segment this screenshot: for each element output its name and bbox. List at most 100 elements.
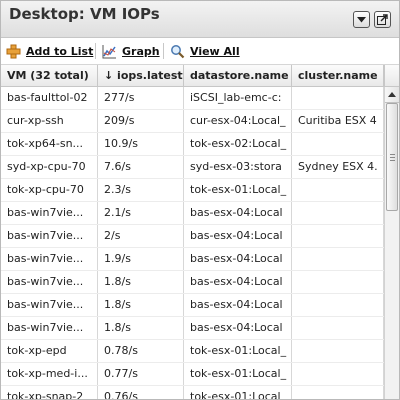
cell-datastore-name: iSCSI_lab-emc-c: bbox=[184, 87, 292, 109]
scrollbar-thumb[interactable] bbox=[386, 103, 398, 211]
plus-icon bbox=[6, 44, 21, 58]
cell-datastore-name: bas-esx-04:Local bbox=[184, 294, 292, 316]
cell-cluster-name bbox=[292, 225, 384, 247]
cell-datastore-name: tok-esx-01:Local_ bbox=[184, 340, 292, 362]
cell-cluster-name bbox=[292, 294, 384, 316]
cell-vm: tok-xp-med-i... bbox=[1, 363, 98, 385]
cell-vm: bas-win7vie... bbox=[1, 294, 98, 316]
scroll-up-button[interactable] bbox=[385, 87, 399, 103]
table-row[interactable]: bas-win7vie... 2/s bas-esx-04:Local bbox=[1, 225, 384, 248]
cell-iops-latest: 0.77/s bbox=[98, 363, 184, 385]
cell-vm: bas-faulttol-02 bbox=[1, 87, 98, 109]
cell-cluster-name bbox=[292, 87, 384, 109]
cell-iops-latest: 10.9/s bbox=[98, 133, 184, 155]
cell-vm: tok-xp-cpu-70 bbox=[1, 179, 98, 201]
cell-vm: bas-win7vie... bbox=[1, 225, 98, 247]
column-header-cluster-name[interactable]: cluster.name bbox=[292, 65, 384, 86]
table-row[interactable]: tok-xp64-sn... 10.9/s tok-esx-02:Local_ bbox=[1, 133, 384, 156]
cell-vm: tok-xp-snap-2 bbox=[1, 386, 98, 399]
cell-iops-latest: 7.6/s bbox=[98, 156, 184, 178]
table-row[interactable]: bas-win7vie... 1.9/s bas-esx-04:Local bbox=[1, 248, 384, 271]
grip-line bbox=[390, 157, 395, 158]
graph-button[interactable]: Graph bbox=[102, 43, 160, 59]
add-to-list-button[interactable]: Add to List bbox=[6, 43, 93, 59]
column-header-datastore-name[interactable]: datastore.name bbox=[184, 65, 292, 86]
toolbar: Add to List Graph View All bbox=[1, 38, 399, 65]
cell-datastore-name: bas-esx-04:Local bbox=[184, 271, 292, 293]
cell-cluster-name: Sydney ESX 4. bbox=[292, 156, 384, 178]
cell-iops-latest: 2.1/s bbox=[98, 202, 184, 224]
cell-iops-latest: 0.76/s bbox=[98, 386, 184, 399]
cell-vm: bas-win7vie... bbox=[1, 202, 98, 224]
cell-datastore-name: tok-esx-01:Local_ bbox=[184, 386, 292, 399]
cell-iops-latest: 1.9/s bbox=[98, 248, 184, 270]
cell-vm: bas-win7vie... bbox=[1, 317, 98, 339]
popout-button[interactable] bbox=[374, 11, 391, 28]
cell-cluster-name bbox=[292, 386, 384, 399]
collapse-button[interactable] bbox=[353, 11, 370, 28]
view-all-label: View All bbox=[190, 44, 240, 58]
vm-table: VM (32 total) ↓ iops.latest datastore.na… bbox=[1, 65, 384, 399]
table-row[interactable]: bas-win7vie... 1.8/s bas-esx-04:Local bbox=[1, 317, 384, 340]
vertical-scrollbar[interactable] bbox=[384, 87, 399, 399]
cell-cluster-name bbox=[292, 133, 384, 155]
cell-iops-latest: 1.8/s bbox=[98, 294, 184, 316]
vm-iops-panel: Desktop: VM IOPs Add to List Graph View … bbox=[0, 0, 400, 400]
cell-iops-latest: 1.8/s bbox=[98, 271, 184, 293]
magnifier-icon bbox=[171, 44, 185, 58]
graph-label: Graph bbox=[122, 44, 160, 58]
table-row[interactable]: tok-xp-epd 0.78/s tok-esx-01:Local_ bbox=[1, 340, 384, 363]
table-row[interactable]: tok-xp-snap-2 0.76/s tok-esx-01:Local_ bbox=[1, 386, 384, 399]
cell-vm: tok-xp-epd bbox=[1, 340, 98, 362]
table-row[interactable]: syd-xp-cpu-70 7.6/s syd-esx-03:stora Sydney… bbox=[1, 156, 384, 179]
cell-iops-latest: 0.78/s bbox=[98, 340, 184, 362]
add-to-list-label: Add to List bbox=[26, 44, 94, 58]
table-row[interactable]: cur-xp-ssh 209/s cur-esx-04:Local_ Curitiba… bbox=[1, 110, 384, 133]
cell-datastore-name: cur-esx-04:Local_ bbox=[184, 110, 292, 132]
table-row[interactable]: bas-win7vie... 1.8/s bas-esx-04:Local bbox=[1, 271, 384, 294]
view-all-button[interactable]: View All bbox=[170, 43, 240, 59]
popout-icon bbox=[377, 14, 388, 25]
cell-iops-latest: 2/s bbox=[98, 225, 184, 247]
chevron-down-icon bbox=[357, 17, 366, 23]
toolbar-divider bbox=[95, 43, 96, 59]
cell-iops-latest: 2.3/s bbox=[98, 179, 184, 201]
cell-cluster-name bbox=[292, 248, 384, 270]
cell-iops-latest: 277/s bbox=[98, 87, 184, 109]
table-row[interactable]: tok-xp-med-i... 0.77/s tok-esx-01:Local_ bbox=[1, 363, 384, 386]
cell-datastore-name: tok-esx-01:Local_ bbox=[184, 363, 292, 385]
cell-cluster-name bbox=[292, 271, 384, 293]
cell-iops-latest: 1.8/s bbox=[98, 317, 184, 339]
column-header-iops-latest[interactable]: ↓ iops.latest bbox=[98, 65, 184, 86]
column-header-vm[interactable]: VM (32 total) bbox=[1, 65, 98, 86]
cell-cluster-name bbox=[292, 340, 384, 362]
table-row[interactable]: tok-xp-cpu-70 2.3/s tok-esx-01:Local_ bbox=[1, 179, 384, 202]
table-header-row: VM (32 total) ↓ iops.latest datastore.na… bbox=[1, 65, 384, 87]
cell-datastore-name: syd-esx-03:stora bbox=[184, 156, 292, 178]
table-row[interactable]: bas-win7vie... 1.8/s bas-esx-04:Local bbox=[1, 294, 384, 317]
table-row[interactable]: bas-faulttol-02 277/s iSCSI_lab-emc-c: bbox=[1, 87, 384, 110]
cell-cluster-name: Curitiba ESX 4 bbox=[292, 110, 384, 132]
cell-iops-latest: 209/s bbox=[98, 110, 184, 132]
cell-datastore-name: tok-esx-02:Local_ bbox=[184, 133, 292, 155]
cell-vm: syd-xp-cpu-70 bbox=[1, 156, 98, 178]
table-row[interactable]: bas-win7vie... 2.1/s bas-esx-04:Local bbox=[1, 202, 384, 225]
toolbar-divider bbox=[163, 43, 164, 59]
cell-datastore-name: bas-esx-04:Local bbox=[184, 317, 292, 339]
cell-cluster-name bbox=[292, 202, 384, 224]
arrow-up-icon bbox=[388, 92, 396, 97]
cell-cluster-name bbox=[292, 317, 384, 339]
grip-line bbox=[390, 154, 395, 155]
cell-vm: bas-win7vie... bbox=[1, 271, 98, 293]
cell-vm: bas-win7vie... bbox=[1, 248, 98, 270]
grip-line bbox=[390, 160, 395, 161]
cell-cluster-name bbox=[292, 363, 384, 385]
cell-vm: cur-xp-ssh bbox=[1, 110, 98, 132]
scrollbar-header-spacer bbox=[384, 65, 399, 87]
cell-vm: tok-xp64-sn... bbox=[1, 133, 98, 155]
panel-title: Desktop: VM IOPs bbox=[9, 5, 160, 23]
cell-cluster-name bbox=[292, 179, 384, 201]
cell-datastore-name: bas-esx-04:Local bbox=[184, 225, 292, 247]
cell-datastore-name: bas-esx-04:Local bbox=[184, 248, 292, 270]
graph-icon bbox=[102, 44, 116, 58]
